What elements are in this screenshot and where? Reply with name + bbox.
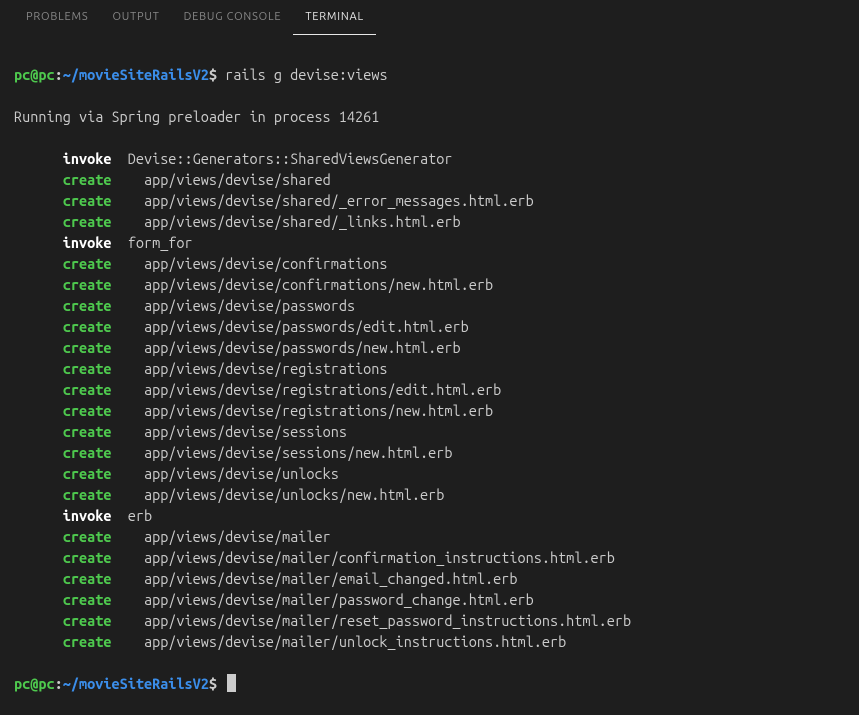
terminal-line: create app/views/devise/unlocks/new.html…	[14, 484, 845, 505]
terminal-line: create app/views/devise/confirmations	[14, 253, 845, 274]
output-keyword: create	[63, 612, 112, 629]
terminal-line: create app/views/devise/mailer/confirmat…	[14, 547, 845, 568]
terminal-line: create app/views/devise/unlocks	[14, 463, 845, 484]
terminal-line: create app/views/devise/shared	[14, 169, 845, 190]
output-keyword: create	[63, 297, 112, 314]
output-path: app/views/devise/passwords/edit.html.erb	[111, 318, 468, 335]
output-keyword: create	[63, 213, 112, 230]
output-path: app/views/devise/mailer/reset_password_i…	[111, 612, 631, 629]
terminal-line: invoke erb	[14, 505, 845, 526]
output-keyword: create	[63, 381, 112, 398]
terminal-line: pc@pc:~/movieSiteRailsV2$ rails g devise…	[14, 64, 845, 85]
panel-tabs: PROBLEMS OUTPUT DEBUG CONSOLE TERMINAL	[0, 0, 859, 35]
output-keyword: create	[63, 339, 112, 356]
terminal-line: create app/views/devise/registrations/ne…	[14, 400, 845, 421]
terminal-line: create app/views/devise/mailer/reset_pas…	[14, 610, 845, 631]
output-keyword: create	[63, 255, 112, 272]
output-keyword: create	[63, 402, 112, 419]
terminal-line: create app/views/devise/confirmations/ne…	[14, 274, 845, 295]
output-keyword: create	[63, 633, 112, 650]
output-keyword: create	[63, 192, 112, 209]
terminal-line: create app/views/devise/registrations	[14, 358, 845, 379]
output-keyword: create	[63, 486, 112, 503]
command-text: rails g devise:views	[217, 66, 388, 83]
output-path: app/views/devise/mailer/email_changed.ht…	[111, 570, 517, 587]
output-path: Devise::Generators::SharedViewsGenerator	[111, 150, 452, 167]
output-path: app/views/devise/mailer	[111, 528, 330, 545]
output-path: app/views/devise/shared/_error_messages.…	[111, 192, 533, 209]
output-keyword: create	[63, 591, 112, 608]
output-keyword: create	[63, 360, 112, 377]
output-keyword: create	[63, 171, 112, 188]
output-keyword: create	[63, 570, 112, 587]
output-keyword: create	[63, 423, 112, 440]
output-keyword: invoke	[63, 234, 112, 251]
terminal-line: create app/views/devise/passwords/new.ht…	[14, 337, 845, 358]
output-keyword: invoke	[63, 150, 112, 167]
tab-problems[interactable]: PROBLEMS	[14, 0, 100, 35]
output-path: app/views/devise/sessions	[111, 423, 346, 440]
terminal-line: create app/views/devise/sessions/new.htm…	[14, 442, 845, 463]
terminal-line: create app/views/devise/mailer/email_cha…	[14, 568, 845, 589]
terminal-cursor	[227, 674, 236, 692]
prompt-user: pc	[14, 66, 30, 83]
output-path: app/views/devise/passwords	[111, 297, 355, 314]
output-path: app/views/devise/passwords/new.html.erb	[111, 339, 460, 356]
terminal-line: create app/views/devise/shared/_links.ht…	[14, 211, 845, 232]
tab-output[interactable]: OUTPUT	[100, 0, 171, 35]
output-keyword: create	[63, 528, 112, 545]
output-path: app/views/devise/mailer/password_change.…	[111, 591, 533, 608]
terminal-line: Running via Spring preloader in process …	[14, 106, 845, 127]
terminal-output[interactable]: pc@pc:~/movieSiteRailsV2$ rails g devise…	[0, 35, 859, 715]
output-keyword: invoke	[63, 507, 112, 524]
terminal-line: create app/views/devise/mailer	[14, 526, 845, 547]
output-path: app/views/devise/mailer/confirmation_ins…	[111, 549, 614, 566]
terminal-line: invoke Devise::Generators::SharedViewsGe…	[14, 148, 845, 169]
output-path: app/views/devise/mailer/unlock_instructi…	[111, 633, 566, 650]
terminal-line: create app/views/devise/mailer/password_…	[14, 589, 845, 610]
tab-debug-console[interactable]: DEBUG CONSOLE	[172, 0, 294, 35]
output-path: app/views/devise/shared	[111, 171, 330, 188]
output-path: app/views/devise/registrations/edit.html…	[111, 381, 501, 398]
output-path: app/views/devise/unlocks	[111, 465, 338, 482]
tab-terminal[interactable]: TERMINAL	[293, 0, 376, 35]
prompt-path: ~/movieSiteRailsV2	[63, 66, 209, 83]
terminal-line: pc@pc:~/movieSiteRailsV2$	[14, 673, 845, 694]
terminal-line: create app/views/devise/passwords	[14, 295, 845, 316]
prompt-host: pc	[38, 66, 54, 83]
output-path: app/views/devise/shared/_links.html.erb	[111, 213, 460, 230]
terminal-line: create app/views/devise/shared/_error_me…	[14, 190, 845, 211]
output-path: app/views/devise/registrations/new.html.…	[111, 402, 493, 419]
output-path: erb	[111, 507, 152, 524]
terminal-line: create app/views/devise/passwords/edit.h…	[14, 316, 845, 337]
output-path: app/views/devise/sessions/new.html.erb	[111, 444, 452, 461]
output-path: app/views/devise/registrations	[111, 360, 387, 377]
terminal-line: create app/views/devise/sessions	[14, 421, 845, 442]
output-path: app/views/devise/confirmations	[111, 255, 387, 272]
output-path: app/views/devise/confirmations/new.html.…	[111, 276, 493, 293]
output-path: form_for	[111, 234, 192, 251]
terminal-line: create app/views/devise/registrations/ed…	[14, 379, 845, 400]
output-keyword: create	[63, 276, 112, 293]
terminal-line: create app/views/devise/mailer/unlock_in…	[14, 631, 845, 652]
output-keyword: create	[63, 318, 112, 335]
output-path: app/views/devise/unlocks/new.html.erb	[111, 486, 444, 503]
output-keyword: create	[63, 549, 112, 566]
output-keyword: create	[63, 465, 112, 482]
output-keyword: create	[63, 444, 112, 461]
terminal-line: invoke form_for	[14, 232, 845, 253]
